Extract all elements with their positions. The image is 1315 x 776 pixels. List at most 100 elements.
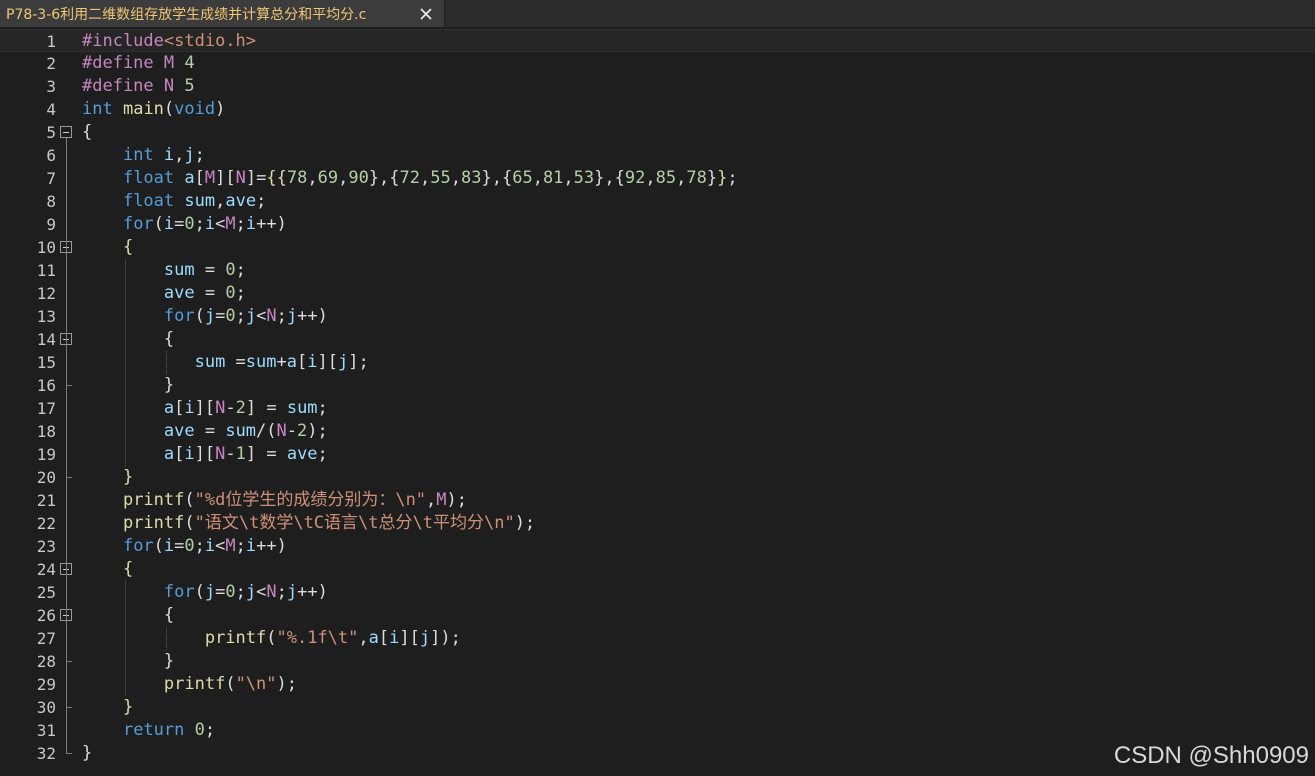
tab-title: P78-3-6利用二维数组存放学生成绩并计算总分和平均分.c [6, 6, 367, 23]
code-line[interactable]: 29 printf("\n"); [0, 673, 1315, 696]
tab-bar: P78-3-6利用二维数组存放学生成绩并计算总分和平均分.c [0, 0, 1315, 27]
indent-guide [165, 351, 167, 374]
code-line[interactable]: 9 for(i=0;i<M;i++) [0, 213, 1315, 236]
code-text: int main(void) [82, 99, 226, 119]
line-number: 21 [36, 491, 56, 510]
watermark: CSDN @Shh0909 [1113, 742, 1309, 769]
code-line[interactable]: 28 } [0, 650, 1315, 673]
line-number: 14 [36, 330, 56, 349]
line-number: 26 [36, 606, 56, 625]
code-line[interactable]: 22 printf("语文\t数学\tC语言\t总分\t平均分\n"); [0, 512, 1315, 535]
line-number: 13 [36, 307, 56, 326]
code-text: for(i=0;i<M;i++) [122, 214, 287, 234]
fold-end-tick [66, 707, 72, 708]
line-number: 16 [36, 376, 56, 395]
code-line[interactable]: 18 ave = sum/(N-2); [0, 420, 1315, 443]
line-number: 29 [36, 675, 56, 694]
code-line[interactable]: 31 return 0; [0, 719, 1315, 742]
line-number: 15 [36, 353, 56, 372]
line-number: 11 [36, 261, 56, 280]
line-number: 18 [36, 422, 56, 441]
code-line[interactable]: 27 printf("%.1f\t",a[i][j]); [0, 627, 1315, 650]
code-line[interactable]: 19 a[i][N-1] = ave; [0, 443, 1315, 466]
code-text: } [122, 467, 134, 487]
code-line[interactable]: 25 for(j=0;j<N;j++) [0, 581, 1315, 604]
code-line[interactable]: 15 sum =sum+a[i][j]; [0, 351, 1315, 374]
code-text: printf("%.1f\t",a[i][j]); [204, 628, 461, 648]
code-line[interactable]: 24 { [0, 558, 1315, 581]
code-text: a[i][N-1] = ave; [163, 444, 328, 464]
line-number: 20 [36, 468, 56, 487]
code-line[interactable]: 30 } [0, 696, 1315, 719]
code-line[interactable]: 7 float a[M][N]={{78,69,90},{72,55,83},{… [0, 167, 1315, 190]
code-line[interactable]: 10 { [0, 236, 1315, 259]
code-line[interactable]: 23 for(i=0;i<M;i++) [0, 535, 1315, 558]
code-line[interactable]: 4 int main(void) [0, 98, 1315, 121]
code-line[interactable]: 8 float sum,ave; [0, 190, 1315, 213]
code-line[interactable]: 13 for(j=0;j<N;j++) [0, 305, 1315, 328]
indent-guide [124, 259, 126, 466]
code-line[interactable]: 6 int i,j; [0, 144, 1315, 167]
fold-end-tick [66, 753, 72, 754]
code-line[interactable]: 5{ [0, 121, 1315, 144]
line-number: 6 [46, 146, 56, 165]
code-text: a[i][N-2] = sum; [163, 398, 328, 418]
line-number: 30 [36, 698, 56, 717]
code-text: for(j=0;j<N;j++) [163, 582, 328, 602]
line-number: 27 [36, 629, 56, 648]
code-line[interactable]: 17 a[i][N-2] = sum; [0, 397, 1315, 420]
line-number: 31 [36, 721, 56, 740]
code-text: printf("\n"); [163, 674, 297, 694]
code-line[interactable]: 26 { [0, 604, 1315, 627]
code-line[interactable]: 11 sum = 0; [0, 259, 1315, 282]
fold-end-tick [66, 661, 72, 662]
line-number: 7 [46, 169, 56, 188]
code-text: { [122, 237, 134, 257]
code-line[interactable]: 12 ave = 0; [0, 282, 1315, 305]
line-number: 32 [36, 744, 56, 763]
code-line[interactable]: 2 #define M 4 [0, 52, 1315, 75]
code-line[interactable]: 1 #include<stdio.h> [0, 29, 1315, 52]
close-icon[interactable] [414, 2, 438, 26]
code-text: printf("语文\t数学\tC语言\t总分\t平均分\n"); [122, 513, 536, 533]
code-text: } [122, 697, 134, 717]
line-number: 9 [46, 215, 56, 234]
code-line[interactable]: 3 #define N 5 [0, 75, 1315, 98]
code-text: #include<stdio.h> [82, 31, 257, 51]
code-line[interactable]: 20 } [0, 466, 1315, 489]
code-text: float a[M][N]={{78,69,90},{72,55,83},{65… [122, 168, 738, 188]
code-text: for(i=0;i<M;i++) [122, 536, 287, 556]
code-line[interactable]: 21 printf("%d位学生的成绩分别为：\n",M); [0, 489, 1315, 512]
tab-file[interactable]: P78-3-6利用二维数组存放学生成绩并计算总分和平均分.c [0, 0, 445, 27]
code-text: ave = sum/(N-2); [163, 421, 328, 441]
line-number: 23 [36, 537, 56, 556]
code-text: printf("%d位学生的成绩分别为：\n",M); [122, 490, 468, 510]
line-number: 2 [46, 54, 56, 73]
line-number: 1 [46, 32, 56, 51]
code-text: #define N 5 [82, 76, 195, 96]
code-text: for(j=0;j<N;j++) [163, 306, 328, 326]
code-editor[interactable]: 1 #include<stdio.h> 2 #define M 4 3 #define N… [0, 28, 1315, 776]
line-number: 22 [36, 514, 56, 533]
code-text: sum = 0; [163, 260, 246, 280]
code-line[interactable]: 14 { [0, 328, 1315, 351]
line-number: 25 [36, 583, 56, 602]
line-number: 19 [36, 445, 56, 464]
indent-guide [124, 581, 126, 696]
code-text: { [122, 559, 134, 579]
fold-toggle-icon[interactable] [60, 126, 72, 138]
line-number: 10 [36, 238, 56, 257]
line-number: 28 [36, 652, 56, 671]
code-text: } [82, 651, 175, 671]
fold-end-tick [66, 477, 72, 478]
code-text: } [82, 743, 93, 763]
code-text: { [82, 605, 175, 625]
line-number: 24 [36, 560, 56, 579]
line-number: 17 [36, 399, 56, 418]
code-line[interactable]: 16 } [0, 374, 1315, 397]
code-text: } [82, 375, 175, 395]
code-text: float sum,ave; [122, 191, 267, 211]
line-number: 12 [36, 284, 56, 303]
indent-guide [165, 627, 167, 650]
code-text: int i,j; [122, 145, 205, 165]
